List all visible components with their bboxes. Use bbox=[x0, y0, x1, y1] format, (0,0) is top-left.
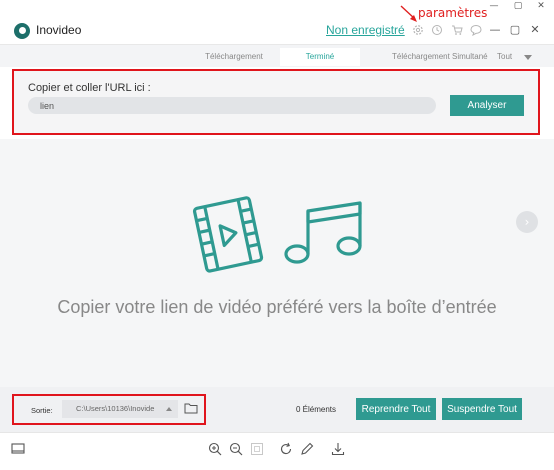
os-close-button[interactable]: ✕ bbox=[534, 0, 548, 12]
music-note-icon bbox=[284, 201, 362, 264]
unregistered-link[interactable]: Non enregistré bbox=[326, 23, 405, 37]
fit-screen-icon[interactable] bbox=[249, 441, 265, 457]
zoom-in-icon[interactable] bbox=[207, 441, 223, 457]
folder-icon[interactable] bbox=[184, 402, 198, 414]
url-input[interactable] bbox=[28, 97, 436, 114]
chevron-up-icon[interactable] bbox=[166, 407, 172, 411]
empty-state-message: Copier votre lien de vidéo préféré vers … bbox=[57, 297, 497, 317]
item-count: 0 Éléments bbox=[296, 405, 337, 414]
output-path-box: Sortie: C:\Users\10136\Inovide bbox=[12, 394, 206, 425]
maximize-button[interactable]: ▢ bbox=[508, 22, 522, 38]
clock-icon[interactable] bbox=[431, 24, 443, 36]
minimize-button[interactable]: — bbox=[488, 22, 502, 38]
main-area: › Copier votre lien de vidéo préféré ver… bbox=[0, 139, 554, 387]
output-label: Sortie: bbox=[31, 406, 53, 415]
app-titlebar: Inovideo Non enregistré — ▢ ✕ bbox=[0, 18, 554, 44]
os-maximize-button[interactable]: ▢ bbox=[511, 0, 525, 12]
suspend-all-button[interactable]: Suspendre Tout bbox=[442, 398, 522, 420]
pencil-icon[interactable] bbox=[299, 441, 315, 457]
app-logo-icon bbox=[14, 23, 30, 39]
app-title: Inovideo bbox=[36, 23, 82, 37]
tab-strip: Téléchargement Terminé Téléchargement Si… bbox=[0, 45, 554, 67]
bottom-toolbar bbox=[0, 432, 554, 470]
gear-icon[interactable] bbox=[412, 24, 424, 36]
close-button[interactable]: ✕ bbox=[528, 22, 542, 38]
video-film-icon bbox=[192, 196, 264, 273]
rotate-icon[interactable] bbox=[278, 441, 294, 457]
resume-all-button[interactable]: Reprendre Tout bbox=[356, 398, 436, 420]
os-minimize-button[interactable]: — bbox=[487, 0, 501, 12]
app-window: — ▢ ✕ paramètres Inovideo Non enregistré… bbox=[0, 0, 554, 470]
download-icon[interactable] bbox=[330, 441, 346, 457]
simultaneous-download-label: Téléchargement Simultané bbox=[392, 52, 488, 61]
url-panel: Copier et coller l'URL ici : Analyser bbox=[12, 69, 540, 135]
output-path-select[interactable]: C:\Users\10136\Inovide bbox=[62, 400, 178, 418]
panel-icon[interactable] bbox=[10, 441, 26, 457]
cart-icon[interactable] bbox=[451, 24, 463, 36]
url-label: Copier et coller l'URL ici : bbox=[28, 82, 151, 94]
output-bar: Sortie: C:\Users\10136\Inovide 0 Élément… bbox=[0, 387, 554, 432]
chevron-down-icon[interactable] bbox=[524, 55, 532, 60]
tab-downloading[interactable]: Téléchargement bbox=[188, 48, 280, 66]
zoom-out-icon[interactable] bbox=[228, 441, 244, 457]
chat-icon[interactable] bbox=[470, 24, 482, 36]
tab-completed[interactable]: Terminé bbox=[280, 48, 360, 66]
simultaneous-download-select[interactable]: Tout bbox=[497, 48, 512, 66]
next-arrow-button[interactable]: › bbox=[516, 211, 538, 233]
analyze-button[interactable]: Analyser bbox=[450, 95, 524, 116]
